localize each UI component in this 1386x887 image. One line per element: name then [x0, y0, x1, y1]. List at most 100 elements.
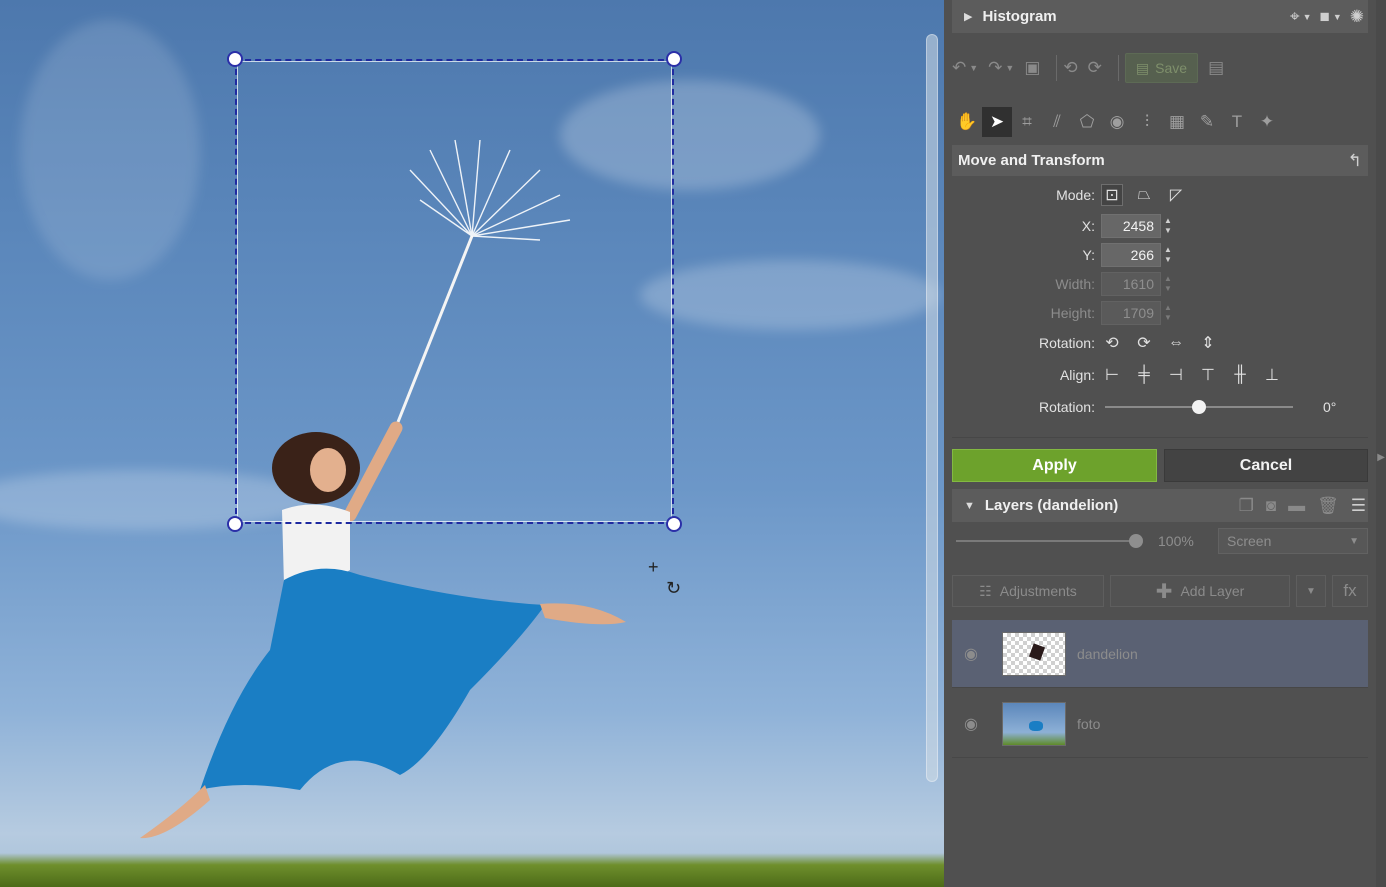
- opacity-slider-knob[interactable]: [1129, 534, 1143, 548]
- eye-icon[interactable]: ◉: [956, 644, 986, 664]
- adjustments-icon: ☷: [979, 582, 992, 599]
- mode-perspective-icon[interactable]: ⏢: [1133, 184, 1155, 206]
- add-layer-dropdown[interactable]: ▼: [1296, 575, 1326, 607]
- rotate-right-icon[interactable]: ⟳: [1088, 58, 1102, 78]
- blend-mode-select[interactable]: Screen ▼: [1218, 528, 1368, 554]
- x-input[interactable]: 2458: [1101, 214, 1161, 238]
- reset-arrow-icon[interactable]: ↰: [1348, 151, 1362, 171]
- rotation-value: 0°: [1323, 399, 1337, 415]
- height-stepper[interactable]: ▲ ▼: [1164, 303, 1172, 323]
- blend-mode-value: Screen: [1227, 533, 1272, 549]
- mode-label: Mode:: [1056, 187, 1095, 203]
- align-center-horizontal-icon[interactable]: ╪: [1133, 364, 1155, 386]
- save-button[interactable]: ▤ Save: [1124, 53, 1199, 83]
- apply-button[interactable]: Apply: [952, 449, 1157, 482]
- handle-top-left[interactable]: [227, 51, 243, 67]
- mode-skew-icon[interactable]: ◸: [1165, 184, 1187, 206]
- redo-icon[interactable]: ↷ ▼: [988, 58, 1014, 78]
- layer-mask-icon[interactable]: ◙: [1266, 496, 1276, 516]
- layers-title: Layers (dandelion): [984, 497, 1119, 514]
- mode-move-icon[interactable]: ⊡: [1101, 184, 1123, 206]
- width-label: Width:: [1055, 276, 1095, 292]
- expand-triangle-icon[interactable]: ▶: [964, 10, 972, 23]
- layer-thumbnail: [1002, 631, 1066, 676]
- image-icon[interactable]: ▣: [1024, 58, 1040, 78]
- grid-tool-icon[interactable]: ▦: [1162, 107, 1192, 137]
- layers-header[interactable]: ▼ Layers (dandelion) ❐ ◙ ▬ 🗑 ☰: [952, 489, 1368, 522]
- transform-tool-icon[interactable]: ⬠: [1072, 107, 1102, 137]
- vertical-scrollbar[interactable]: [926, 34, 938, 782]
- folder-icon[interactable]: ▬: [1288, 496, 1305, 516]
- overlay-icon[interactable]: ■ ▼: [1320, 7, 1342, 27]
- align-middle-vertical-icon[interactable]: ╫: [1229, 364, 1251, 386]
- rotation-slider-label: Rotation:: [1038, 399, 1095, 415]
- rotate-ccw-icon[interactable]: ⟲: [1101, 332, 1123, 354]
- y-input[interactable]: 266: [1101, 243, 1161, 267]
- align-top-icon[interactable]: ⊤: [1197, 364, 1219, 386]
- histogram-mode-icon[interactable]: ⌖ ▼: [1290, 7, 1312, 27]
- straighten-tool-icon[interactable]: ⫽: [1042, 107, 1072, 137]
- transform-selection-box[interactable]: [235, 59, 674, 524]
- rotate-left-icon[interactable]: ⟲: [1063, 58, 1077, 78]
- layer-name: dandelion: [1077, 645, 1138, 662]
- adjustments-label: Adjustments: [999, 583, 1077, 599]
- align-right-icon[interactable]: ⊣: [1165, 364, 1187, 386]
- rotate-cw-icon[interactable]: ⟳: [1133, 332, 1155, 354]
- adjustments-button[interactable]: ☷ Adjustments: [952, 575, 1104, 607]
- flip-horizontal-icon[interactable]: ⇔: [1165, 332, 1187, 354]
- collapse-triangle-icon[interactable]: ▼: [964, 500, 975, 512]
- save-as-icon[interactable]: ▤: [1208, 58, 1224, 78]
- undo-icon[interactable]: ↶ ▼: [952, 58, 978, 78]
- handle-bottom-right[interactable]: [666, 516, 682, 532]
- menu-icon[interactable]: ☰: [1351, 496, 1366, 516]
- y-stepper[interactable]: ▲ ▼: [1164, 245, 1172, 265]
- layer-actions: ☷ Adjustments ✚ Add Layer ▼ fx: [952, 575, 1368, 607]
- text-tool-icon[interactable]: T: [1222, 107, 1252, 137]
- divider: [952, 437, 1368, 438]
- handle-top-right[interactable]: [666, 51, 682, 67]
- hand-tool-icon[interactable]: ✋: [952, 107, 982, 137]
- histogram-header[interactable]: ▶ Histogram ⌖ ▼ ■ ▼ ✺: [952, 0, 1368, 33]
- effects-tool-icon[interactable]: ✦: [1252, 107, 1282, 137]
- align-left-icon[interactable]: ⊢: [1101, 364, 1123, 386]
- brush-tool-icon[interactable]: ✎: [1192, 107, 1222, 137]
- x-label: X:: [1081, 218, 1095, 234]
- x-stepper[interactable]: ▲ ▼: [1164, 216, 1172, 236]
- eye-tool-icon[interactable]: ◉: [1102, 107, 1132, 137]
- add-layer-button[interactable]: ✚ Add Layer: [1110, 575, 1290, 607]
- toolbar-separator: [1117, 55, 1119, 81]
- fx-button[interactable]: fx: [1332, 575, 1368, 607]
- leg-right: [540, 603, 626, 625]
- flip-vertical-icon[interactable]: ⇕: [1197, 332, 1219, 354]
- select-tool-icon[interactable]: ➤: [982, 107, 1012, 137]
- image-canvas[interactable]: + ↻: [0, 0, 944, 887]
- crop-tool-icon[interactable]: ⌗: [1012, 107, 1042, 137]
- chevron-down-icon: ▼: [1349, 535, 1359, 547]
- align-bottom-icon[interactable]: ⊥: [1261, 364, 1283, 386]
- align-tool-icon[interactable]: ⫶: [1132, 107, 1162, 137]
- move-cursor-icon: +: [648, 557, 659, 577]
- align-label: Align:: [1059, 367, 1095, 383]
- width-stepper[interactable]: ▲ ▼: [1164, 274, 1172, 294]
- layer-name: foto: [1077, 715, 1101, 732]
- plus-icon: ✚: [1155, 580, 1173, 603]
- panel-edge[interactable]: ▶: [1376, 0, 1386, 887]
- move-transform-header: Move and Transform ↰: [952, 145, 1368, 176]
- rotation-slider[interactable]: [1105, 400, 1293, 414]
- eye-icon[interactable]: ◉: [956, 714, 986, 734]
- width-input[interactable]: 1610: [1101, 272, 1161, 296]
- expand-arrow-icon[interactable]: ▶: [1377, 452, 1385, 463]
- layer-item-foto[interactable]: ◉ foto: [952, 690, 1368, 758]
- opacity-value: 100%: [1158, 533, 1194, 549]
- align-row: Align: ⊢ ╪ ⊣ ⊤ ╫ ⊥: [952, 362, 1368, 388]
- cancel-button[interactable]: Cancel: [1164, 449, 1368, 482]
- rotation-slider-knob[interactable]: [1192, 400, 1206, 414]
- settings-gear-icon[interactable]: ✺: [1350, 7, 1364, 27]
- layer-item-dandelion[interactable]: ◉ dandelion: [952, 620, 1368, 688]
- opacity-slider[interactable]: [956, 534, 1143, 548]
- delete-layer-icon[interactable]: 🗑: [1317, 496, 1339, 516]
- height-input[interactable]: 1709: [1101, 301, 1161, 325]
- handle-bottom-left[interactable]: [227, 516, 243, 532]
- duplicate-layer-icon[interactable]: ❐: [1239, 496, 1254, 516]
- y-row: Y: 266 ▲ ▼: [952, 242, 1368, 268]
